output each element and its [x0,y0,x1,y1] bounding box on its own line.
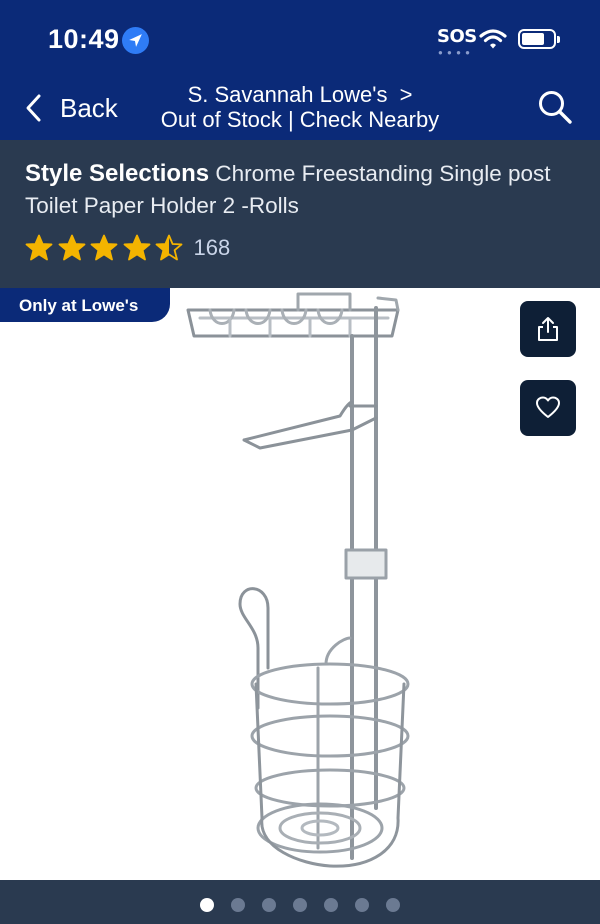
review-count: 168 [193,235,231,260]
rating[interactable]: 168 [25,234,230,262]
star-icon [90,234,118,261]
product-title: Style Selections Chrome Freestanding Sin… [25,158,565,222]
top-bar: 10:49 SOS ● ● ● ● Back S. Savannah Lowe'… [0,0,600,140]
star-icon [25,234,53,261]
pager-dots [0,898,600,912]
chevron-left-icon [26,94,41,122]
pager-dot[interactable] [293,898,307,912]
location-arrow-icon [122,27,149,54]
status-time: 10:49 [48,24,120,54]
back-label: Back [60,92,118,123]
product-brand: Style Selections [25,160,210,187]
pager-dot[interactable] [324,898,338,912]
share-button[interactable] [520,301,576,357]
search-button[interactable] [537,89,573,125]
sos-indicator: SOS [437,26,477,47]
product-image [186,292,410,868]
favorite-button[interactable] [520,380,576,436]
signal-dots-icon: ● ● ● ● [438,48,471,57]
gallery-pager [0,880,600,924]
store-selector[interactable]: S. Savannah Lowe's > Out of Stock | Chec… [140,82,460,132]
back-button[interactable]: Back [24,90,118,126]
pager-dot[interactable] [200,898,214,912]
chevron-right-icon: > [399,82,413,107]
heart-icon [536,396,560,418]
battery-icon [518,29,560,49]
product-header: Style Selections Chrome Freestanding Sin… [0,140,600,288]
pager-dot[interactable] [262,898,276,912]
pager-dot[interactable] [386,898,400,912]
product-image-area[interactable]: Only at Lowe's [0,288,600,880]
star-icon [58,234,85,261]
star-rating [25,234,188,262]
star-icon [155,234,183,261]
pager-dot[interactable] [231,898,245,912]
store-name: S. Savannah Lowe's [187,82,388,107]
search-icon [539,91,572,124]
status-bar: 10:49 SOS ● ● ● ● [0,0,600,78]
wifi-icon [479,28,507,55]
pager-dot[interactable] [355,898,369,912]
store-stock-status: Out of Stock | Check Nearby [160,107,440,132]
star-icon [123,234,150,261]
share-icon [538,317,558,341]
